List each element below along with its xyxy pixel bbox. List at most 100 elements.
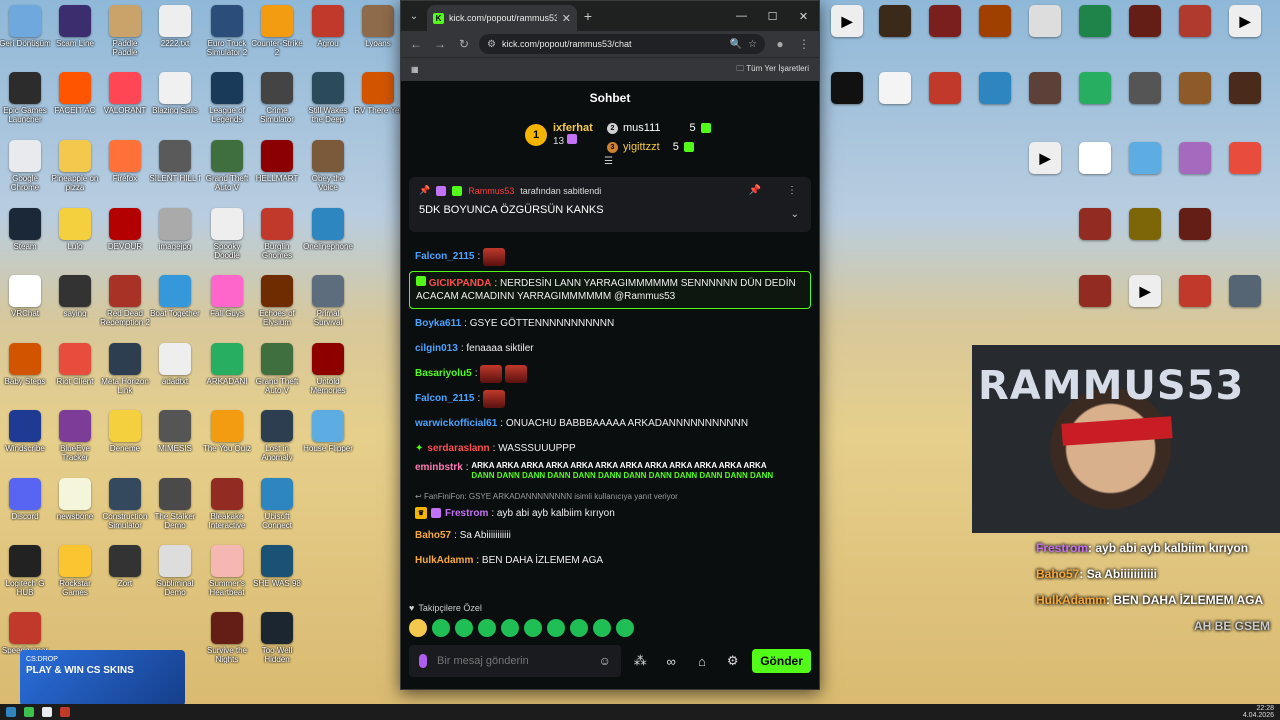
desktop-icon[interactable] bbox=[1220, 142, 1270, 208]
desktop-icon[interactable]: ▶ bbox=[1220, 5, 1270, 71]
leader-third[interactable]: 3 yigittzzt 5 bbox=[607, 141, 694, 153]
pinned-more-icon[interactable]: ⋮ bbox=[787, 185, 797, 196]
message-user[interactable]: cilgin013 bbox=[415, 342, 458, 355]
desktop-icon[interactable]: SHE WAS 98 bbox=[252, 545, 302, 611]
shop-icon[interactable]: ⌂ bbox=[691, 654, 714, 669]
message-user[interactable]: Falcon_2115 bbox=[415, 250, 474, 263]
reload-button[interactable]: ↻ bbox=[455, 37, 473, 51]
url-text[interactable]: kick.com/popout/rammus53/chat bbox=[502, 39, 724, 49]
desktop-icon[interactable]: Agrou bbox=[303, 5, 353, 71]
desktop-icon[interactable]: League of Legends bbox=[202, 72, 252, 138]
desktop-icon[interactable]: Grand Theft Auto V bbox=[252, 343, 302, 409]
chrome-taskbar-icon[interactable] bbox=[42, 707, 52, 717]
desktop-icon[interactable]: HELLMART bbox=[252, 140, 302, 206]
desktop-icon[interactable]: Steam bbox=[0, 208, 50, 274]
settings-gear-icon[interactable]: ⚙ bbox=[721, 653, 744, 669]
desktop-icon[interactable]: The Stalker Demo bbox=[150, 478, 200, 544]
all-bookmarks-folder[interactable]: 🗀 Tüm Yer İşaretleri bbox=[736, 63, 809, 77]
message-user[interactable]: Baho57 bbox=[415, 529, 451, 542]
system-clock[interactable]: 22:28 4.04.2026 bbox=[1243, 705, 1274, 719]
desktop-icon[interactable]: Logitech G HUB bbox=[0, 545, 50, 611]
new-tab-button[interactable]: + bbox=[577, 8, 599, 24]
message-user[interactable]: serdaraslann bbox=[427, 442, 489, 455]
omnibox[interactable]: ⚙ kick.com/popout/rammus53/chat 🔍 ☆ bbox=[479, 34, 765, 54]
desktop-icon[interactable]: Primal Survival bbox=[303, 275, 353, 341]
desktop-icon[interactable] bbox=[1120, 72, 1170, 138]
emote-button[interactable] bbox=[501, 619, 519, 637]
desktop-icon[interactable]: Google Chrome bbox=[0, 140, 50, 206]
desktop-icon[interactable] bbox=[1220, 72, 1270, 138]
desktop-icon[interactable]: VRChat bbox=[0, 275, 50, 341]
desktop-icon[interactable]: Discord bbox=[0, 478, 50, 544]
desktop-icon[interactable] bbox=[970, 5, 1020, 71]
emoji-picker-icon[interactable]: ☺ bbox=[599, 654, 611, 668]
desktop-icon[interactable]: ▶ bbox=[822, 5, 872, 71]
desktop-icon[interactable]: Spooky Doodle bbox=[202, 208, 252, 274]
desktop-icon[interactable] bbox=[1020, 72, 1070, 138]
reply-context[interactable]: ↩ FanFiniFon: GSYE ARKADANNNNNNNN isimli… bbox=[415, 490, 805, 503]
desktop-icon[interactable]: Paddle Paddle bbox=[100, 5, 150, 71]
desktop-icon[interactable]: ARKADANI bbox=[202, 343, 252, 409]
desktop-icon[interactable]: The You Quiz bbox=[202, 410, 252, 476]
site-info-icon[interactable]: ⚙ bbox=[487, 39, 496, 50]
desktop-icon[interactable]: Red Dead Redemption 2 bbox=[100, 275, 150, 341]
desktop-icon[interactable]: Euro Truck Simulator 2 bbox=[202, 5, 252, 71]
emote-button[interactable] bbox=[432, 619, 450, 637]
desktop-icon[interactable] bbox=[1170, 275, 1220, 341]
emote-button[interactable] bbox=[593, 619, 611, 637]
desktop-icon[interactable]: RV There Yet bbox=[353, 72, 403, 138]
desktop-icon[interactable] bbox=[1070, 208, 1120, 274]
desktop-icon[interactable] bbox=[970, 72, 1020, 138]
desktop-icon[interactable]: Summer's Heartbeat bbox=[202, 545, 252, 611]
message-user[interactable]: GICIKPANDA bbox=[429, 278, 492, 289]
desktop-icon[interactable]: Firefox bbox=[100, 140, 150, 206]
desktop-icon[interactable]: Boat Together bbox=[150, 275, 200, 341]
desktop-icon[interactable]: Zort bbox=[100, 545, 150, 611]
desktop-icon[interactable] bbox=[1070, 275, 1120, 341]
tab-search-icon[interactable]: ⌄ bbox=[401, 11, 427, 22]
maximize-button[interactable]: ☐ bbox=[757, 1, 788, 31]
close-tab-icon[interactable]: ✕ bbox=[562, 12, 571, 25]
desktop-icon[interactable] bbox=[1170, 72, 1220, 138]
desktop-icon[interactable]: Untold Memories bbox=[303, 343, 353, 409]
desktop-icon[interactable]: Windscribe bbox=[0, 410, 50, 476]
desktop-icon[interactable]: SILENT HILL f bbox=[149, 140, 201, 206]
desktop-icon[interactable]: Blazing Sails bbox=[150, 72, 200, 138]
desktop-icon[interactable] bbox=[1220, 275, 1270, 341]
chat-input-box[interactable]: ☺ bbox=[409, 645, 621, 677]
desktop-icon[interactable] bbox=[1070, 72, 1120, 138]
desktop-icon[interactable]: MIMESIS bbox=[150, 410, 200, 476]
desktop-icon[interactable]: Burglin Gnomes bbox=[252, 208, 302, 274]
back-button[interactable]: ← bbox=[407, 37, 425, 51]
desktop-icon[interactable]: 2222.txt bbox=[150, 5, 200, 71]
desktop-icon[interactable] bbox=[1170, 142, 1220, 208]
desktop-icon[interactable]: Rockstar Games bbox=[50, 545, 100, 611]
desktop-icon[interactable]: Counter-Strike 2 bbox=[251, 5, 303, 71]
emote-button[interactable] bbox=[455, 619, 473, 637]
desktop-icon[interactable] bbox=[1120, 5, 1170, 71]
desktop-icon[interactable] bbox=[1070, 142, 1120, 208]
emote-button[interactable] bbox=[570, 619, 588, 637]
desktop-icon[interactable]: saying bbox=[50, 275, 100, 341]
desktop-icon[interactable]: adadtxt bbox=[150, 343, 200, 409]
desktop-icon[interactable]: Lyoans bbox=[353, 5, 403, 71]
pinned-message[interactable]: 📌 Rammus53 tarafından sabitlendi 5DK BOY… bbox=[409, 177, 811, 232]
desktop-icon[interactable] bbox=[1120, 142, 1170, 208]
desktop-icon[interactable]: VALORANT bbox=[100, 72, 150, 138]
desktop-icon[interactable] bbox=[870, 5, 920, 71]
chat-message-input[interactable] bbox=[437, 655, 589, 667]
desktop-icon[interactable]: Deneme bbox=[100, 410, 150, 476]
desktop-icon[interactable]: Obey the Voice bbox=[303, 140, 353, 206]
emote-button[interactable] bbox=[409, 619, 427, 637]
desktop-icon[interactable]: Baby Steps bbox=[0, 343, 50, 409]
desktop-icon[interactable] bbox=[870, 72, 920, 138]
chevron-down-icon[interactable]: ⌄ bbox=[791, 209, 799, 220]
community-icon[interactable]: ⁂ bbox=[629, 653, 652, 669]
desktop-icon[interactable] bbox=[920, 72, 970, 138]
forward-button[interactable]: → bbox=[431, 37, 449, 51]
desktop-icon[interactable]: Lost in Anomaly bbox=[252, 410, 302, 476]
desktop-icon[interactable] bbox=[1020, 5, 1070, 71]
pinned-by-user[interactable]: Rammus53 bbox=[468, 186, 514, 196]
app-taskbar-icon[interactable] bbox=[60, 707, 70, 717]
message-user[interactable]: Falcon_2115 bbox=[415, 392, 474, 405]
